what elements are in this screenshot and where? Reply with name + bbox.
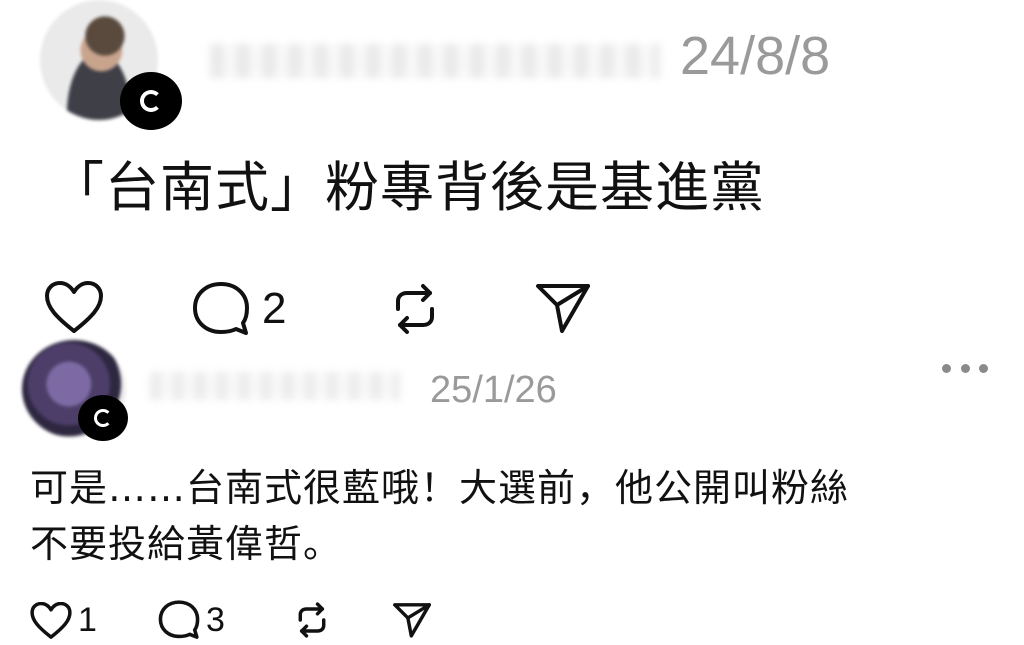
reply-like-count: 1: [78, 601, 97, 639]
comment-icon: [193, 282, 249, 335]
reply-text-line: 不要投給黃偉哲。: [30, 522, 343, 566]
comment-icon: [158, 600, 200, 639]
username-blurred[interactable]: [210, 44, 660, 78]
post-timestamp: 24/8/8: [680, 26, 831, 86]
post-text: 「台南式」粉專背後是基進黨: [50, 156, 765, 219]
share-button[interactable]: [534, 281, 592, 335]
repost-button[interactable]: [386, 283, 444, 335]
reply-share-button[interactable]: [392, 601, 432, 639]
repost-icon: [396, 284, 434, 334]
reply-text-line: 可是……台南式很藍哦！大選前，他公開叫粉絲: [30, 466, 850, 510]
refresh-badge-icon: [140, 90, 162, 112]
reply-comment-button[interactable]: 3: [158, 600, 225, 640]
avatar-badge-reply: [78, 395, 128, 441]
send-icon: [393, 603, 431, 638]
reply-repost-button[interactable]: [292, 601, 332, 639]
send-icon: [536, 284, 590, 333]
reply-comment-count: 3: [206, 600, 225, 639]
heart-icon: [30, 601, 72, 639]
repost-icon: [298, 602, 326, 638]
avatar-badge-main-post: [120, 72, 182, 130]
reply-username-blurred[interactable]: [150, 372, 400, 400]
comment-count: 2: [262, 284, 287, 333]
reply-like-button[interactable]: 1: [30, 601, 97, 640]
like-button[interactable]: [44, 281, 104, 335]
heart-icon: [45, 281, 103, 333]
refresh-badge-icon: [94, 409, 112, 427]
comment-button[interactable]: 2: [192, 281, 286, 337]
more-horizontal-icon[interactable]: [942, 358, 988, 378]
reply-text: 可是……台南式很藍哦！大選前，他公開叫粉絲 不要投給黃偉哲。: [30, 460, 990, 572]
reply-timestamp: 25/1/26: [430, 369, 557, 411]
